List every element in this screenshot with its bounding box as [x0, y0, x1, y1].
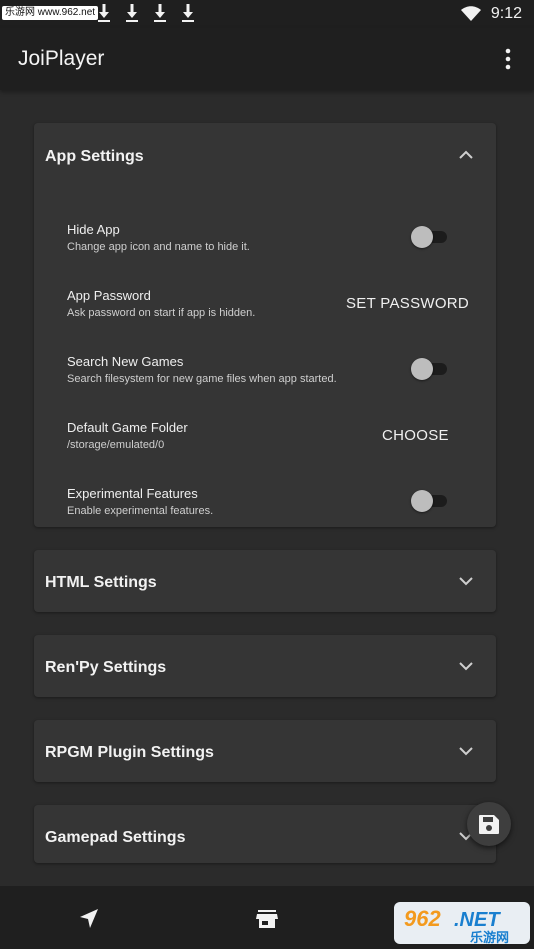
html-settings-card[interactable]: HTML Settings [34, 550, 496, 612]
chevron-down-icon[interactable] [458, 573, 474, 589]
set-password-button[interactable]: SET PASSWORD [346, 295, 469, 312]
svg-text:乐游网: 乐游网 [470, 930, 509, 946]
store-icon[interactable] [254, 906, 280, 932]
gamepad-settings-title: Gamepad Settings [45, 829, 186, 846]
chevron-down-icon[interactable] [458, 658, 474, 674]
setting-subtitle: Enable experimental features. [67, 505, 214, 517]
setting-title: Search New Games [67, 354, 184, 369]
status-right: 9:12 [460, 2, 522, 26]
watermark-logo: 962 .NET 乐游网 [394, 902, 530, 946]
download-icon [126, 4, 138, 22]
experimental-features-toggle[interactable] [411, 488, 449, 512]
download-icon [154, 4, 166, 22]
search-new-games-toggle[interactable] [411, 356, 449, 380]
app-settings-title[interactable]: App Settings [45, 148, 144, 166]
notification-icons [96, 2, 196, 24]
rpgm-plugin-settings-title: RPGM Plugin Settings [45, 744, 214, 761]
download-icon [98, 4, 110, 22]
chevron-down-icon[interactable] [458, 743, 474, 759]
svg-text:962: 962 [404, 906, 441, 931]
toggle-knob [411, 490, 433, 512]
setting-subtitle: Change app icon and name to hide it. [67, 241, 250, 253]
app-settings-card: App Settings Hide App Change app icon an… [34, 123, 496, 527]
toggle-knob [411, 226, 433, 248]
status-bar: 乐游网 www.962.net 9:12 [0, 0, 534, 28]
more-vert-icon[interactable] [496, 46, 520, 72]
gamepad-settings-card[interactable]: Gamepad Settings [34, 805, 496, 863]
setting-title: Experimental Features [67, 486, 198, 501]
html-settings-title: HTML Settings [45, 574, 157, 591]
app-bar: JoiPlayer [0, 28, 534, 90]
setting-experimental-features: Experimental Features Enable experimenta… [67, 486, 467, 517]
rpgm-plugin-settings-card[interactable]: RPGM Plugin Settings [34, 720, 496, 782]
svg-text:.NET: .NET [454, 909, 501, 931]
setting-subtitle: Search filesystem for new game files whe… [67, 373, 337, 385]
navigation-arrow-icon[interactable] [76, 906, 102, 932]
renpy-settings-title: Ren'Py Settings [45, 659, 167, 676]
app-title: JoiPlayer [18, 47, 105, 70]
chevron-up-icon[interactable] [458, 147, 474, 163]
hide-app-toggle[interactable] [411, 224, 449, 248]
wifi-icon [460, 6, 481, 21]
toggle-knob [411, 358, 433, 380]
setting-hide-app: Hide App Change app icon and name to hid… [67, 222, 467, 253]
renpy-settings-card[interactable]: Ren'Py Settings [34, 635, 496, 697]
setting-title: Hide App [67, 222, 120, 237]
choose-folder-button[interactable]: CHOOSE [382, 427, 449, 444]
save-fab[interactable] [467, 802, 511, 846]
site-tag: 乐游网 www.962.net [2, 6, 99, 20]
setting-search-new-games: Search New Games Search filesystem for n… [67, 354, 467, 385]
save-icon [479, 815, 499, 834]
download-icon [182, 4, 194, 22]
clock: 9:12 [490, 5, 522, 22]
